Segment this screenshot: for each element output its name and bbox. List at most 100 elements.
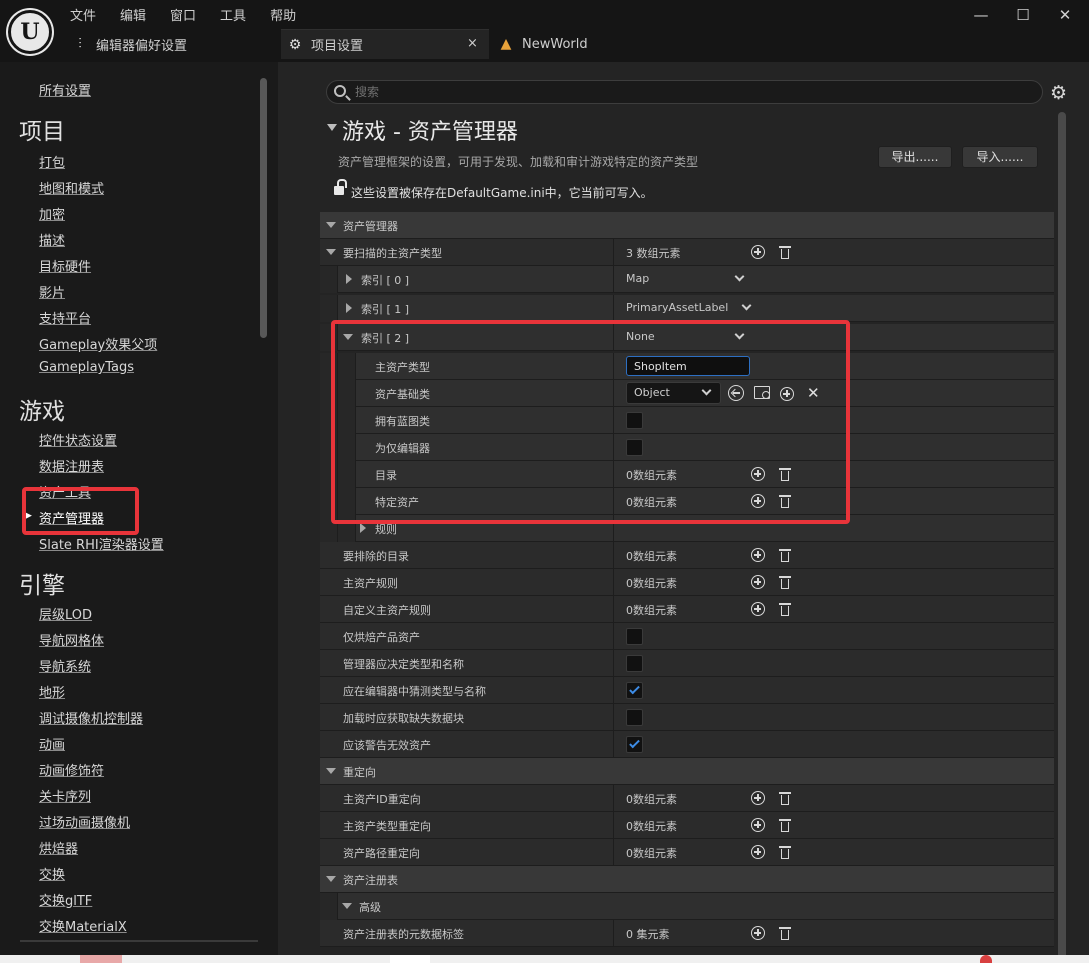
menu-window[interactable]: 窗口 (170, 5, 196, 24)
sidebar-item[interactable]: 调试摄像机控制器 (39, 708, 143, 727)
caret-right-icon[interactable] (346, 303, 352, 313)
sidebar-item[interactable]: 影片 (39, 282, 65, 301)
sidebar-item[interactable]: 地形 (39, 682, 65, 701)
editor-guess-checkbox[interactable] (626, 682, 643, 699)
sidebar-item[interactable]: GameplayTags (39, 360, 134, 375)
caret-down-icon[interactable] (326, 249, 336, 255)
add-element-icon[interactable] (751, 602, 765, 616)
sidebar-item[interactable]: 打包 (39, 152, 65, 171)
sidebar-item[interactable]: 交换glTF (39, 890, 92, 909)
add-element-icon[interactable] (751, 548, 765, 562)
sidebar-item[interactable]: 交换 (39, 864, 65, 883)
sidebar-item[interactable]: 烘焙器 (39, 838, 78, 857)
load-chunks-checkbox[interactable] (626, 709, 643, 726)
prop-row-index1: 索引 [ 1 ] PrimaryAssetLabel (320, 295, 1054, 322)
sidebar-item[interactable]: 动画 (39, 734, 65, 753)
prop-row-editor-guess: 应在编辑器中猜测类型与名称 (320, 677, 1054, 704)
add-element-icon[interactable] (751, 791, 765, 805)
prop-row-path-redirects: 资产路径重定向 0数组元素 (320, 839, 1054, 866)
tab-project-settings[interactable]: ⚙ 项目设置 × (281, 29, 489, 59)
manager-determines-checkbox[interactable] (626, 655, 643, 672)
category-redirects[interactable]: 重定向 (320, 758, 1054, 785)
settings-cube-icon: ⚙ (288, 36, 302, 53)
trash-icon[interactable] (779, 790, 791, 806)
sidebar-item[interactable]: 导航系统 (39, 656, 91, 675)
prop-row-id-redirects: 主资产ID重定向 0数组元素 (320, 785, 1054, 812)
sidebar-item[interactable]: Slate RHI渲染器设置 (39, 534, 164, 553)
sidebar-item-all-settings[interactable]: 所有设置 (39, 80, 91, 99)
category-asset-registry[interactable]: 资产注册表 (320, 866, 1054, 893)
export-button[interactable]: 导出...... (878, 146, 952, 168)
add-element-icon[interactable] (751, 926, 765, 940)
sidebar-item[interactable]: 交换MaterialX (39, 916, 127, 935)
caret-right-icon[interactable] (346, 274, 352, 284)
category-asset-manager[interactable]: 资产管理器 (320, 212, 1054, 239)
menu-edit[interactable]: 编辑 (120, 5, 146, 24)
sidebar-item[interactable]: 导航网格体 (39, 630, 104, 649)
sidebar-item[interactable]: 数据注册表 (39, 456, 104, 475)
add-element-icon[interactable] (751, 818, 765, 832)
main-scrollbar[interactable] (1058, 112, 1066, 962)
menu-help[interactable]: 帮助 (270, 5, 296, 24)
page-description: 资产管理框架的设置，可用于发现、加载和审计游戏特定的资产类型 (338, 155, 699, 169)
prop-row-primary-asset-rules: 主资产规则 0数组元素 (320, 569, 1054, 596)
sidebar-item[interactable]: 描述 (39, 230, 65, 249)
close-window-icon[interactable]: ✕ (1050, 4, 1080, 26)
close-tab-icon[interactable]: × (467, 36, 478, 51)
unreal-logo-icon[interactable]: U (8, 10, 52, 54)
menu-file[interactable]: 文件 (70, 5, 96, 24)
search-box[interactable] (326, 80, 1043, 104)
prop-row-custom-rules: 自定义主资产规则 0数组元素 (320, 596, 1054, 623)
search-input[interactable] (355, 83, 1025, 101)
trash-icon[interactable] (779, 844, 791, 860)
minimize-icon[interactable]: — (966, 4, 996, 26)
category-advanced[interactable]: 高级 (320, 893, 1054, 920)
maximize-icon[interactable]: ☐ (1008, 4, 1038, 26)
tab-new-world[interactable]: ▲ NewWorld (498, 29, 618, 59)
sidebar-header-engine: 引擎 (19, 573, 65, 599)
taskbar-item[interactable] (80, 955, 122, 963)
add-element-icon[interactable] (751, 575, 765, 589)
add-element-icon[interactable] (751, 845, 765, 859)
chevron-down-icon[interactable] (741, 300, 752, 311)
sidebar-scrollbar[interactable] (260, 78, 267, 338)
level-icon: ▲ (500, 36, 512, 52)
sidebar-item[interactable]: Gameplay效果父项 (39, 334, 157, 353)
highlight-box-sidebar (22, 487, 139, 535)
prop-row-load-chunks: 加载时应获取缺失数据块 (320, 704, 1054, 731)
sidebar-item[interactable]: 目标硬件 (39, 256, 91, 275)
notification-icon[interactable] (980, 955, 992, 963)
trash-icon[interactable] (779, 244, 791, 260)
trash-icon[interactable] (779, 817, 791, 833)
sidebar-header-game: 游戏 (19, 399, 65, 425)
trash-icon[interactable] (779, 574, 791, 590)
sidebar-header-project: 项目 (19, 119, 65, 145)
sidebar-item[interactable]: 动画修饰符 (39, 760, 104, 779)
sidebar-item[interactable]: 地图和模式 (39, 178, 104, 197)
caret-right-icon[interactable] (360, 523, 366, 533)
title-bar: U 文件 编辑 窗口 工具 帮助 — ☐ ✕ ⫶ 编辑器偏好设置 ⚙ 项目设置 … (0, 0, 1089, 62)
sidebar-item[interactable]: 关卡序列 (39, 786, 91, 805)
prop-row-manager-determines: 管理器应决定类型和名称 (320, 650, 1054, 677)
sidebar-item[interactable]: 加密 (39, 204, 65, 223)
import-button[interactable]: 导入...... (962, 146, 1038, 168)
only-cook-checkbox[interactable] (626, 628, 643, 645)
chevron-down-icon[interactable] (734, 271, 745, 282)
collapse-caret-icon[interactable] (327, 124, 337, 131)
tab-editor-preferences[interactable]: ⫶ 编辑器偏好设置 (72, 29, 272, 59)
warn-invalid-checkbox[interactable] (626, 736, 643, 753)
trash-icon[interactable] (779, 547, 791, 563)
page-title: 游戏 - 资产管理器 (342, 120, 518, 145)
sidebar-item[interactable]: 过场动画摄像机 (39, 812, 130, 831)
trash-icon[interactable] (779, 925, 791, 941)
config-saved-note: 这些设置被保存在DefaultGame.ini中，它当前可写入。 (351, 186, 653, 200)
taskbar-item[interactable] (390, 955, 430, 963)
menu-tools[interactable]: 工具 (220, 5, 246, 24)
sidebar-item[interactable]: 支持平台 (39, 308, 91, 327)
sidebar-item[interactable]: 层级LOD (39, 604, 92, 623)
sidebar-item[interactable]: 控件状态设置 (39, 430, 117, 449)
add-element-icon[interactable] (751, 245, 765, 259)
prop-row-only-cook: 仅烘焙产品资产 (320, 623, 1054, 650)
trash-icon[interactable] (779, 601, 791, 617)
gear-icon[interactable]: ⚙ (1050, 82, 1067, 104)
